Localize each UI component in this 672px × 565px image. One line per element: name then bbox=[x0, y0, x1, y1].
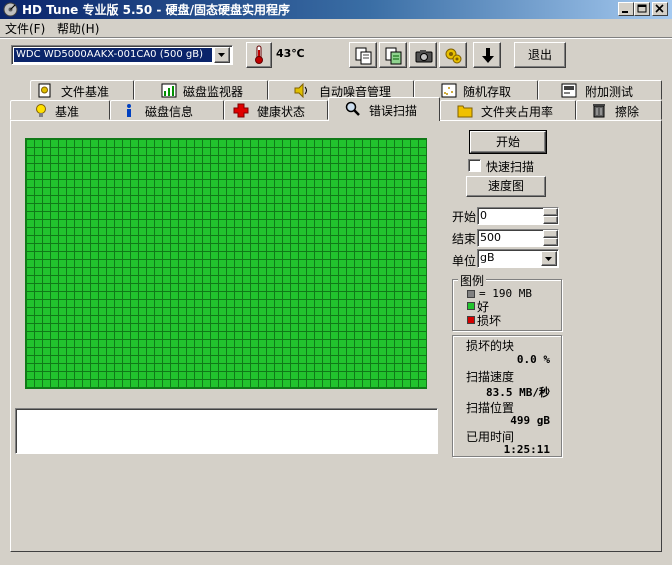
screenshot-button[interactable] bbox=[409, 42, 437, 68]
quick-scan-label: 快速扫描 bbox=[486, 160, 535, 174]
tab-disk-monitor[interactable]: 磁盘监视器 bbox=[134, 80, 268, 100]
start-position-value: 0 bbox=[480, 209, 487, 222]
legend-bad-swatch bbox=[467, 316, 475, 324]
legend-good-swatch bbox=[467, 302, 475, 310]
unit-label: 单位 bbox=[452, 254, 477, 268]
tab-label: 磁盘监视器 bbox=[183, 85, 244, 99]
tab-benchmark[interactable]: 基准 bbox=[10, 100, 110, 120]
close-button[interactable] bbox=[652, 2, 668, 16]
scan-speed-label: 扫描速度 bbox=[466, 370, 515, 384]
menu-divider-highlight bbox=[0, 38, 672, 39]
extra-tests-icon bbox=[561, 83, 577, 98]
temperature-button[interactable] bbox=[246, 42, 272, 68]
unit-select[interactable]: gB bbox=[477, 249, 559, 268]
tab-error-scan[interactable]: 错误扫描 bbox=[328, 97, 440, 121]
menu-file[interactable]: 文件(F) bbox=[5, 20, 45, 37]
tab-erase[interactable]: 擦除 bbox=[576, 100, 662, 120]
copy-info-icon bbox=[385, 47, 402, 65]
thermometer-icon bbox=[255, 45, 263, 64]
elapsed-time-value: 1:25:11 bbox=[503, 443, 550, 456]
chevron-down-icon bbox=[218, 53, 225, 57]
legend-block-swatch bbox=[467, 290, 475, 298]
end-position-label: 结束 bbox=[452, 232, 477, 246]
drive-select-value: WDC WD5000AAKX-001CA0 (500 gB) bbox=[14, 48, 212, 62]
menu-bar: 文件(F) 帮助(H) bbox=[0, 19, 672, 37]
scan-block-map bbox=[25, 138, 427, 389]
save-down-arrow-icon bbox=[482, 48, 494, 63]
tab-label: 文件基准 bbox=[61, 85, 110, 99]
scan-log-box[interactable] bbox=[15, 408, 438, 454]
minimize-button[interactable] bbox=[618, 2, 634, 16]
app-icon bbox=[3, 2, 18, 17]
trash-icon bbox=[593, 104, 605, 118]
info-icon bbox=[127, 104, 131, 117]
menu-help[interactable]: 帮助(H) bbox=[57, 20, 99, 37]
settings-icon bbox=[445, 48, 462, 64]
copy-info-button[interactable] bbox=[379, 42, 407, 68]
tab-label: 擦除 bbox=[615, 105, 640, 119]
tab-label: 随机存取 bbox=[463, 85, 512, 99]
lightbulb-icon bbox=[36, 104, 46, 117]
start-position-label: 开始 bbox=[452, 210, 477, 224]
tab-disk-info[interactable]: 磁盘信息 bbox=[110, 100, 224, 120]
minimize-icon bbox=[622, 11, 628, 13]
start-spin-down[interactable] bbox=[543, 216, 558, 224]
disk-monitor-icon bbox=[161, 83, 177, 98]
tab-label: 基准 bbox=[55, 105, 80, 119]
tab-file-benchmark[interactable]: 文件基准 bbox=[30, 80, 134, 100]
magnifier-icon bbox=[345, 101, 360, 116]
tab-label: 健康状态 bbox=[257, 105, 306, 119]
title-bar[interactable]: HD Tune 专业版 5.50 - 硬盘/固态硬盘实用程序 bbox=[0, 0, 672, 19]
speed-map-button[interactable]: 速度图 bbox=[466, 176, 546, 197]
chevron-down-icon bbox=[545, 257, 552, 261]
health-cross-icon bbox=[233, 103, 249, 118]
tab-folder-usage[interactable]: 文件夹占用率 bbox=[440, 100, 576, 120]
drive-select[interactable]: WDC WD5000AAKX-001CA0 (500 gB) bbox=[11, 45, 233, 65]
random-access-icon bbox=[441, 83, 457, 98]
tab-label: 附加测试 bbox=[585, 85, 634, 99]
scan-speed-value: 83.5 MB/秒 bbox=[486, 386, 550, 399]
drive-dropdown-button[interactable] bbox=[214, 47, 230, 63]
screenshot-camera-icon bbox=[415, 50, 433, 63]
start-spin-up[interactable] bbox=[543, 208, 558, 216]
tab-label: 磁盘信息 bbox=[145, 105, 194, 119]
temperature-value: 43℃ bbox=[276, 47, 305, 60]
maximize-button[interactable] bbox=[634, 2, 650, 16]
legend-bad-label: 损坏 bbox=[477, 314, 502, 328]
end-spin-down[interactable] bbox=[543, 238, 558, 246]
damaged-blocks-label: 损坏的块 bbox=[466, 339, 515, 353]
exit-button[interactable]: 退出 bbox=[514, 42, 566, 68]
folder-icon bbox=[457, 105, 473, 118]
damaged-blocks-value: 0.0 % bbox=[516, 353, 550, 366]
speaker-icon bbox=[294, 83, 307, 98]
tab-label: 文件夹占用率 bbox=[481, 105, 554, 119]
tab-extra-tests[interactable]: 附加测试 bbox=[538, 80, 662, 100]
scan-position-value: 499 gB bbox=[510, 414, 550, 427]
end-spin-up[interactable] bbox=[543, 230, 558, 238]
quick-scan-checkbox[interactable] bbox=[468, 159, 481, 172]
copy-icon bbox=[355, 47, 372, 65]
options-button[interactable] bbox=[439, 42, 467, 68]
save-button[interactable] bbox=[473, 42, 501, 68]
unit-select-value: gB bbox=[480, 251, 495, 264]
maximize-icon bbox=[637, 4, 647, 13]
tab-health[interactable]: 健康状态 bbox=[224, 100, 328, 120]
file-benchmark-icon bbox=[38, 83, 51, 98]
start-scan-button[interactable]: 开始 bbox=[469, 130, 547, 154]
window-title: HD Tune 专业版 5.50 - 硬盘/固态硬盘实用程序 bbox=[22, 3, 290, 17]
close-icon bbox=[655, 4, 664, 13]
unit-dropdown-button[interactable] bbox=[541, 251, 557, 266]
copy-text-button[interactable] bbox=[349, 42, 377, 68]
end-position-value: 500 bbox=[480, 231, 501, 244]
tab-label: 错误扫描 bbox=[369, 104, 418, 118]
